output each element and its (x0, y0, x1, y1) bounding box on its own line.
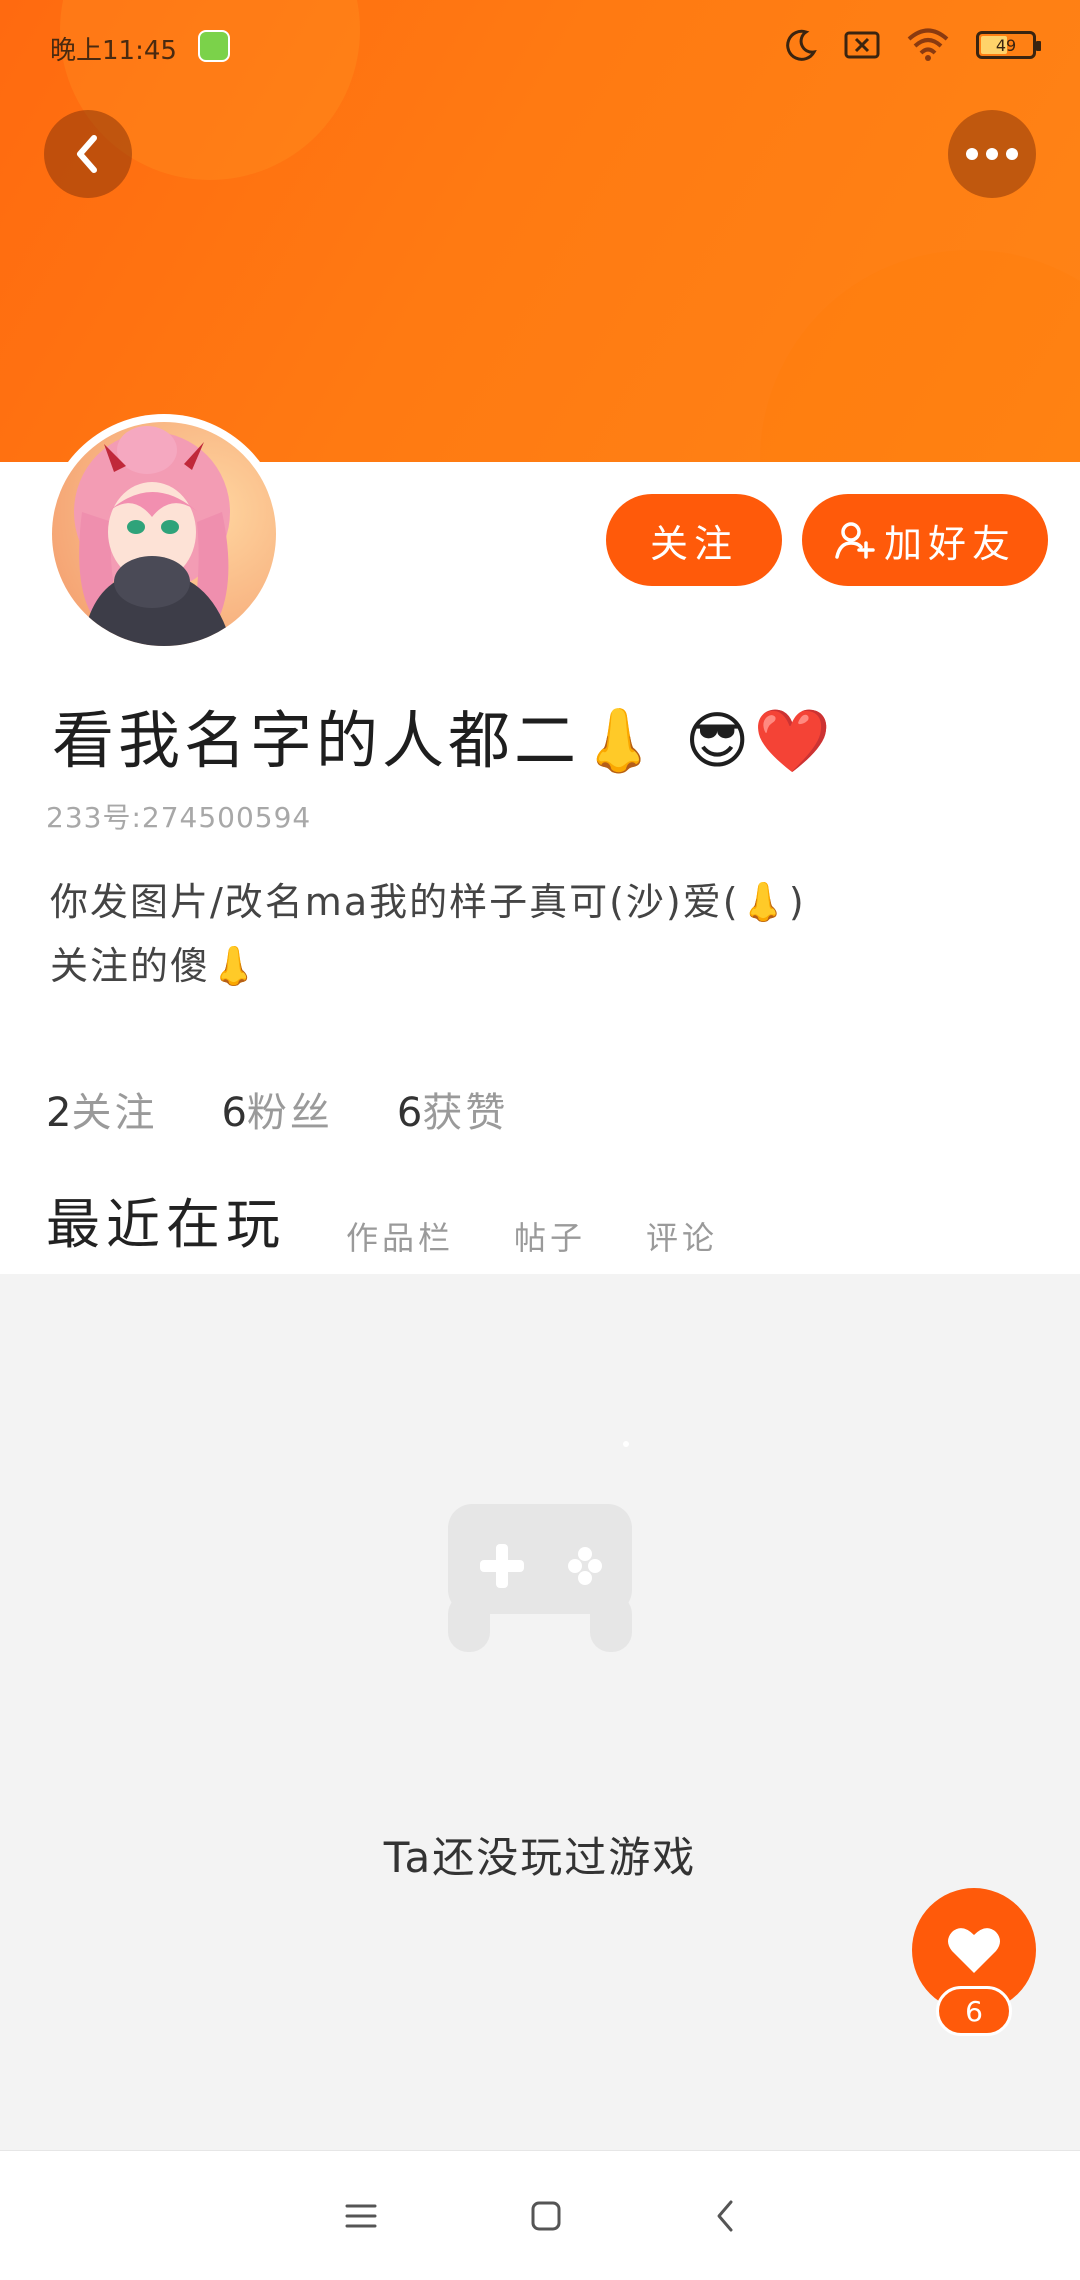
stat-following[interactable]: 2关注 (46, 1080, 157, 1138)
empty-state-text: Ta还没玩过游戏 (383, 1833, 697, 1882)
gamepad-icon (448, 1441, 632, 1652)
avatar[interactable] (44, 414, 284, 654)
stat-value: 6 (396, 1090, 423, 1136)
heart-icon (948, 1928, 1000, 1973)
sim-off-icon (844, 31, 880, 59)
moon-icon (786, 29, 817, 61)
stat-likes: 6获赞 (397, 1080, 508, 1138)
stat-label: 获赞 (422, 1090, 509, 1136)
add-user-icon (835, 522, 875, 559)
stat-label: 关注 (71, 1090, 158, 1136)
tab-content: Ta还没玩过游戏 (0, 1274, 1080, 2150)
back-chevron-icon[interactable] (713, 2198, 737, 2234)
user-id: 233号:274500594 (46, 801, 312, 834)
avatar-image (52, 422, 276, 646)
tab-recently-played[interactable]: 最近在玩 (46, 1180, 286, 1287)
like-count: 6 (936, 1986, 1012, 2036)
wifi-icon (907, 28, 949, 61)
bio-line: 你发图片/改名ma我的样子真可(沙)爱(👃) (50, 880, 806, 924)
profile-stats: 2关注 6粉丝 6获赞 (46, 1080, 508, 1138)
tab-comments[interactable]: 评论 (646, 1213, 718, 1267)
follow-button[interactable]: 关注 (606, 494, 782, 586)
back-button[interactable] (44, 110, 132, 198)
stat-followers[interactable]: 6粉丝 (221, 1080, 332, 1138)
more-dots-icon (966, 148, 1018, 160)
more-options-button[interactable] (948, 110, 1036, 198)
add-friend-button[interactable]: 加好友 (802, 494, 1048, 586)
status-time: 晚上11:45 (50, 36, 177, 66)
status-bar: 晚上11:45 49 (0, 0, 1080, 100)
stat-value: 6 (221, 1090, 247, 1136)
battery-level: 49 (995, 35, 1017, 55)
battery-icon: 49 (976, 31, 1041, 59)
chevron-left-icon (77, 135, 97, 173)
app-notification-icon (198, 30, 230, 62)
add-friend-button-label: 加好友 (883, 521, 1016, 566)
tab-works[interactable]: 作品栏 (346, 1213, 454, 1267)
bio-line: 关注的傻👃 (50, 944, 260, 988)
stat-label: 粉丝 (246, 1090, 333, 1136)
username: 看我名字的人都二👃 😎❤️ (52, 704, 835, 777)
stat-value: 2 (46, 1090, 72, 1136)
system-nav-bar (0, 2150, 1080, 2280)
tab-posts[interactable]: 帖子 (514, 1213, 586, 1267)
follow-button-label: 关注 (649, 521, 738, 566)
profile-tabs: 最近在玩 作品栏 帖子 评论 (46, 1180, 718, 1287)
menu-icon[interactable] (343, 2201, 379, 2231)
bio: 你发图片/改名ma我的样子真可(沙)爱(👃) 关注的傻👃 (50, 870, 1010, 998)
home-square-icon[interactable] (529, 2199, 563, 2233)
